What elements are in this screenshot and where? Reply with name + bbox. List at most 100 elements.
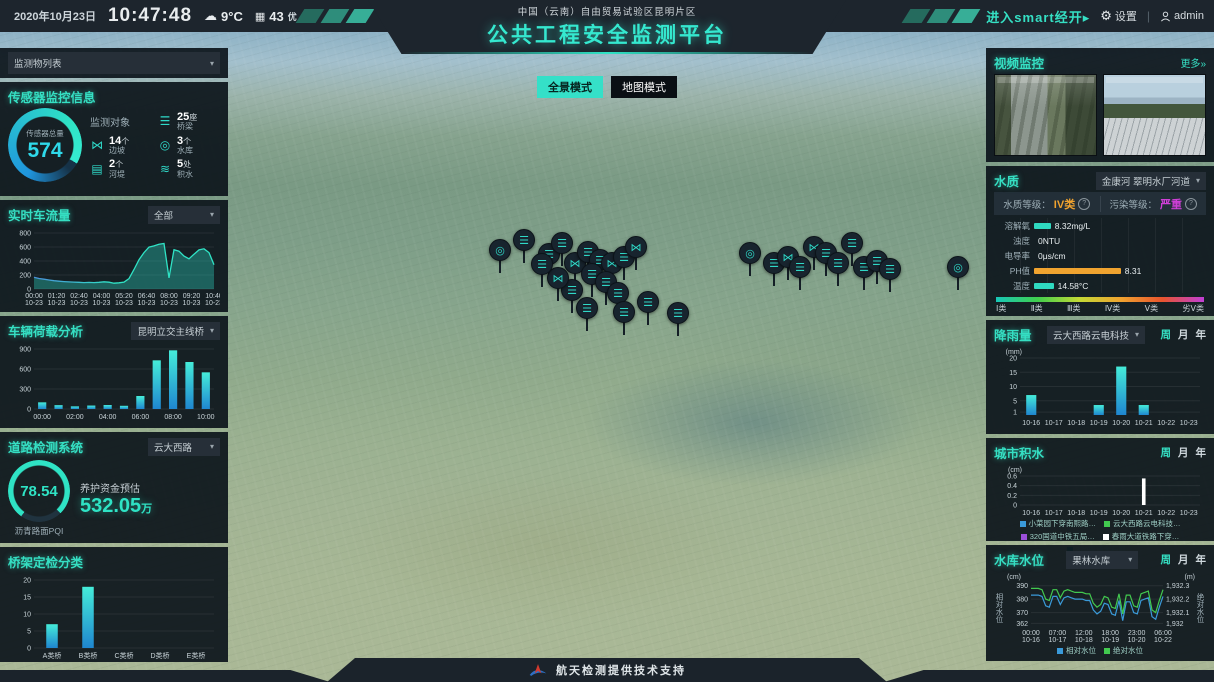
reservoir-icon: ◎ (947, 256, 969, 278)
water-metric-row: 温度14.58°C (994, 278, 1206, 293)
object-count: 5处 (177, 158, 193, 170)
svg-text:10-20: 10-20 (1112, 510, 1130, 517)
svg-text:10-20: 10-20 (1112, 420, 1130, 427)
grade-scale-label: Ⅴ类 (1145, 303, 1158, 314)
tab-年[interactable]: 年 (1196, 445, 1207, 460)
tab-月[interactable]: 月 (1178, 445, 1189, 460)
marker-stem (541, 273, 543, 287)
water-grade-row: 水质等级： IV类 ? 污染等级： 严重 ? (994, 192, 1206, 215)
map-marker-bridge[interactable]: ☰ (879, 258, 901, 280)
map-marker-reservoir[interactable]: ◎ (947, 256, 969, 278)
tab-周[interactable]: 周 (1160, 327, 1171, 342)
map-marker-bridge[interactable]: ☰ (667, 302, 689, 324)
object-label: 积水 (177, 171, 193, 180)
water-metric-row: PH值8.31 (994, 263, 1206, 278)
marker-stem (557, 287, 559, 301)
svg-text:800: 800 (19, 231, 31, 238)
decor-stripes-right (906, 9, 976, 23)
map-marker-bridge[interactable]: ☰ (576, 297, 598, 319)
map-marker-reservoir[interactable]: ◎ (739, 242, 761, 264)
marker-stem (499, 259, 501, 273)
info-icon[interactable]: ? (1078, 198, 1090, 210)
svg-text:1,932.2: 1,932.2 (1166, 597, 1189, 604)
road-dropdown[interactable]: 云大西路▾ (148, 438, 220, 456)
more-videos-link[interactable]: 更多» (1180, 55, 1206, 70)
info-icon[interactable]: ? (1185, 198, 1197, 210)
metric-bar (1034, 268, 1121, 274)
svg-text:10-17: 10-17 (1048, 637, 1066, 644)
svg-text:10-19: 10-19 (1090, 510, 1108, 517)
metric-bar (1034, 283, 1054, 289)
video-thumbnail-2[interactable] (1103, 74, 1206, 156)
tab-月[interactable]: 月 (1178, 552, 1189, 567)
map-marker-bridge[interactable]: ☰ (513, 229, 535, 251)
smart-zone-link[interactable]: 进入smart经开▸ (986, 7, 1090, 26)
reservoir-dropdown[interactable]: 果林水库▾ (1066, 551, 1138, 569)
svg-text:20: 20 (23, 578, 31, 585)
svg-text:0.2: 0.2 (1007, 493, 1017, 500)
map-marker-bridge[interactable]: ☰ (551, 232, 573, 254)
svg-text:05:20: 05:20 (115, 293, 133, 300)
map-marker-bridge[interactable]: ☰ (789, 256, 811, 278)
map-marker-bridge[interactable]: ☰ (841, 232, 863, 254)
svg-text:5: 5 (27, 629, 31, 636)
panorama-mode-button[interactable]: 全景模式 (537, 76, 603, 98)
rainfall-station-dropdown[interactable]: 云大西路云电科技▾ (1047, 326, 1145, 344)
marker-stem (586, 317, 588, 331)
svg-text:07:00: 07:00 (1049, 630, 1067, 637)
map-marker-bridge[interactable]: ☰ (827, 252, 849, 274)
urban-waterlogging-panel: 城市积水 周月年 00.20.40.6(cm)10-1610-1710-1810… (986, 438, 1214, 541)
svg-text:5: 5 (1013, 398, 1017, 405)
grade-scale-label: Ⅲ类 (1067, 303, 1081, 314)
legend-label: 春雨大道铁路下穿… (1112, 531, 1180, 542)
header-right-cluster: 进入smart经开▸ ⚙ 设置 | admin (906, 0, 1204, 32)
map-marker-reservoir[interactable]: ◎ (489, 239, 511, 261)
sensor-total-value: 574 (27, 139, 62, 163)
svg-text:200: 200 (19, 273, 31, 280)
tab-年[interactable]: 年 (1195, 552, 1206, 567)
svg-text:10:00: 10:00 (197, 414, 215, 421)
svg-text:00:00: 00:00 (33, 414, 51, 421)
map-marker-bridge[interactable]: ☰ (637, 291, 659, 313)
sensor-info-panel: 传感器监控信息 传感器总量 574 监测对象 ☰25座桥梁⋈14个边坡◎3个水库… (0, 82, 228, 196)
metric-label: PH值 (994, 265, 1030, 277)
panel-title: 水库水位 (994, 550, 1044, 569)
rainfall-chart: 15101520(mm)10-1610-1710-1810-1910-2010-… (994, 346, 1206, 428)
svg-text:12:00: 12:00 (1075, 630, 1093, 637)
video-thumbnail-1[interactable] (994, 74, 1097, 156)
double-arrow-icon: » (1200, 59, 1206, 70)
tab-月[interactable]: 月 (1178, 327, 1189, 342)
gear-icon: ⚙ (1100, 8, 1112, 24)
tab-周[interactable]: 周 (1160, 552, 1171, 567)
map-marker-bridge[interactable]: ☰ (531, 253, 553, 275)
load-bridge-dropdown[interactable]: 昆明立交主线桥▾ (131, 322, 220, 340)
marker-stem (561, 252, 563, 266)
bridge-inspection-panel: 桥架定检分类 05101520A类桥B类桥C类桥D类桥E类桥 (0, 547, 228, 662)
pqi-label: 沥青路面PQI (15, 525, 64, 537)
marker-stem (523, 249, 525, 263)
svg-text:362: 362 (1016, 621, 1028, 628)
road-detection-panel: 道路检测系统 云大西路▾ 78.54 沥青路面PQI 养护资金预估 532.05… (0, 432, 228, 543)
water-metrics-list: 溶解氧8.32mg/L浊度0NTU电导率0μs/cmPH值8.31温度14.58… (994, 218, 1206, 293)
grade-scale-label: Ⅱ类 (1031, 303, 1043, 314)
water-source-dropdown[interactable]: 金康河 翠明水厂河道▾ (1096, 172, 1206, 190)
map-marker-slope[interactable]: ⋈ (625, 236, 647, 258)
traffic-filter-dropdown[interactable]: 全部▾ (148, 206, 220, 224)
cost-unit: 万 (141, 503, 152, 515)
admin-account-button[interactable]: admin (1160, 10, 1204, 22)
svg-text:09:20: 09:20 (183, 293, 201, 300)
legend-item: 绝对水位 (1104, 645, 1143, 656)
tab-周[interactable]: 周 (1161, 445, 1172, 460)
tab-年[interactable]: 年 (1195, 327, 1206, 342)
settings-button[interactable]: ⚙ 设置 (1100, 8, 1137, 24)
left-axis-title: 相对水位 (994, 578, 1005, 638)
monitor-list-dropdown[interactable]: 监测物列表 ▾ (8, 52, 220, 74)
map-marker-bridge[interactable]: ☰ (613, 301, 635, 323)
svg-text:10-16: 10-16 (1022, 637, 1040, 644)
chevron-down-icon: ▾ (1196, 176, 1200, 185)
svg-text:10-21: 10-21 (1135, 510, 1153, 517)
svg-text:23:00: 23:00 (1128, 630, 1146, 637)
map-mode-button[interactable]: 地图模式 (611, 76, 677, 98)
marker-stem (837, 272, 839, 286)
svg-text:18:00: 18:00 (1101, 630, 1119, 637)
